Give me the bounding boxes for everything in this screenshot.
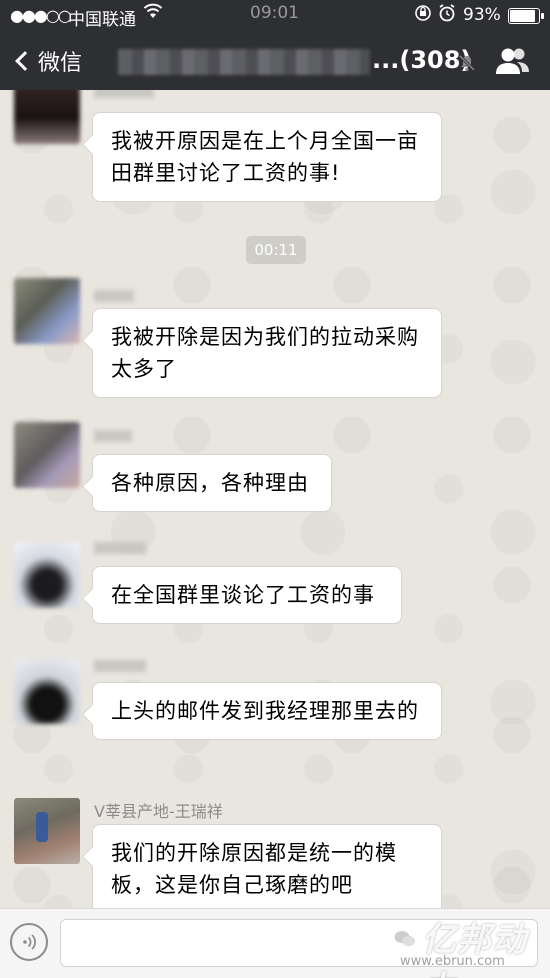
nav-bar: 微信 ...(308) (0, 32, 550, 90)
back-button[interactable]: 微信 (12, 44, 82, 78)
battery-percent: 93% (463, 5, 501, 25)
sender-name-redacted (94, 542, 146, 554)
sender-name-redacted (94, 430, 132, 442)
input-bar (0, 908, 550, 978)
avatar[interactable] (14, 658, 80, 724)
status-bar: ●●●○○ 中国联通 09:01 93% (0, 0, 550, 32)
avatar[interactable] (14, 422, 80, 488)
mute-icon (458, 54, 476, 72)
battery-fill (510, 10, 536, 22)
signal-strength-icon: ●●●○○ (10, 6, 72, 25)
sender-name-redacted (94, 290, 134, 302)
carrier-name: 中国联通 (68, 10, 136, 30)
sender-name-redacted (94, 90, 154, 98)
message-bubble[interactable]: 在全国群里谈论了工资的事 (92, 566, 402, 624)
message-bubble[interactable]: 我被开除是因为我们的拉动采购太多了 (92, 308, 442, 398)
group-members-button[interactable] (495, 46, 531, 76)
message-bubble[interactable]: 我们的开除原因都是统一的模板，这是你自己琢磨的吧 (92, 824, 442, 908)
back-label: 微信 (38, 51, 83, 76)
message-bubble[interactable]: 各种原因，各种理由 (92, 454, 332, 512)
voice-icon (23, 934, 36, 950)
message-bubble[interactable]: 我被开原因是在上个月全国一亩田群里讨论了工资的事! (92, 112, 442, 202)
voice-input-button[interactable] (10, 923, 48, 961)
alarm-icon (438, 3, 456, 28)
sender-name: V莘县产地-王瑞祥 (94, 802, 223, 821)
avatar[interactable] (14, 542, 80, 608)
avatar[interactable] (14, 90, 80, 144)
battery-icon (508, 8, 544, 24)
wifi-icon (143, 2, 163, 25)
message-input[interactable] (60, 919, 538, 967)
avatar[interactable] (14, 798, 80, 864)
clock: 09:01 (250, 3, 299, 23)
chevron-left-icon (15, 51, 35, 71)
chat-title-redacted (118, 49, 370, 75)
avatar[interactable] (14, 278, 80, 344)
rotation-lock-icon (414, 3, 432, 28)
chat-title-count: ...(308) (372, 46, 472, 74)
timestamp-pill: 00:11 (246, 236, 306, 264)
sender-name-redacted (94, 660, 146, 672)
chat-message-list[interactable]: 我被开原因是在上个月全国一亩田群里讨论了工资的事! 00:11 我被开除是因为我… (0, 90, 550, 908)
message-bubble[interactable]: 上头的邮件发到我经理那里去的 (92, 682, 442, 740)
